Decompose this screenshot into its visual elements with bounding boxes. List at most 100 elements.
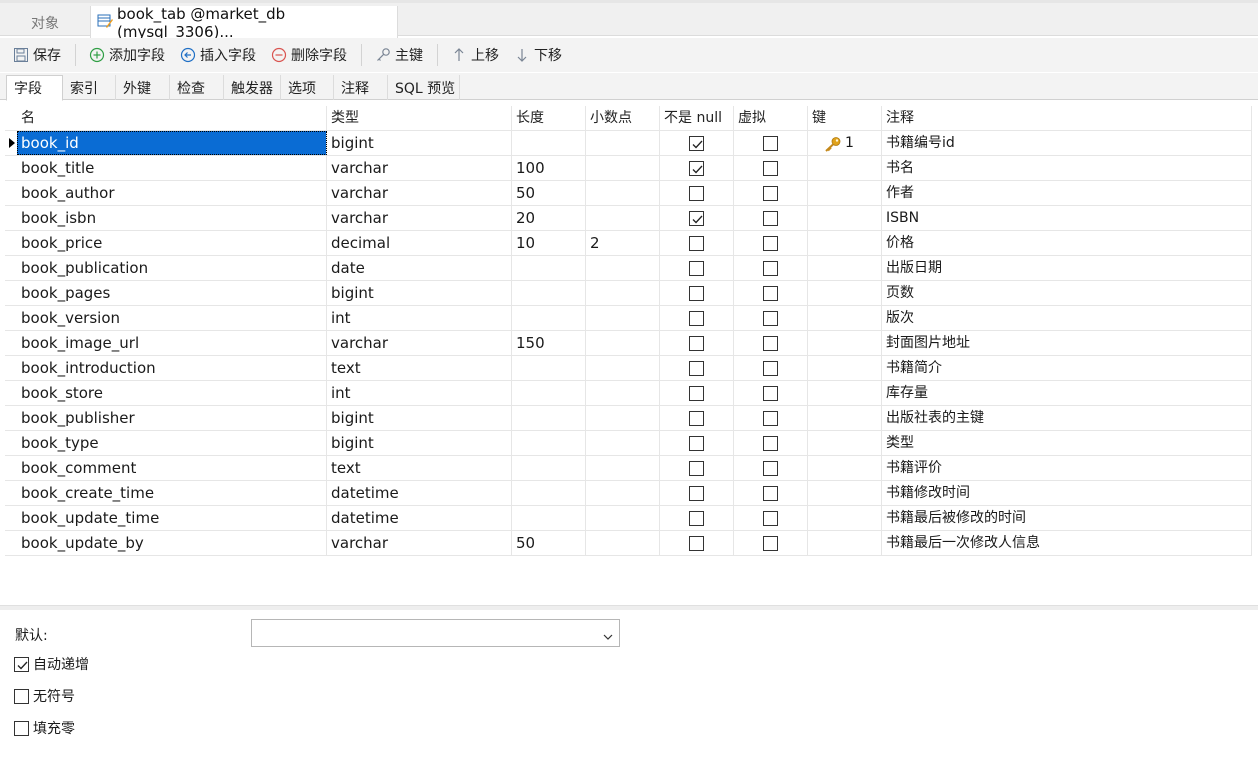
field-length-cell[interactable] bbox=[512, 281, 586, 305]
field-type-cell[interactable]: text bbox=[327, 356, 512, 380]
field-comment-cell[interactable]: 书籍评价 bbox=[882, 456, 1252, 480]
tab-checks[interactable]: 检查 bbox=[170, 75, 224, 100]
row-indicator[interactable] bbox=[5, 256, 17, 280]
key-cell[interactable] bbox=[808, 306, 882, 330]
field-decimals-cell[interactable] bbox=[586, 331, 660, 355]
field-type-cell[interactable]: bigint bbox=[327, 431, 512, 455]
zerofill-option[interactable]: 填充零 bbox=[14, 718, 75, 738]
field-decimals-cell[interactable] bbox=[586, 481, 660, 505]
virtual-checkbox[interactable] bbox=[763, 411, 778, 426]
table-row[interactable]: book_store int 库存量 bbox=[5, 381, 1252, 406]
field-decimals-cell[interactable] bbox=[586, 156, 660, 180]
field-comment-cell[interactable]: 书籍最后被修改的时间 bbox=[882, 506, 1252, 530]
field-decimals-cell[interactable] bbox=[586, 381, 660, 405]
field-length-cell[interactable]: 10 bbox=[512, 231, 586, 255]
row-indicator[interactable] bbox=[5, 531, 17, 555]
header-comment[interactable]: 注释 bbox=[882, 106, 1252, 130]
field-length-cell[interactable]: 150 bbox=[512, 331, 586, 355]
key-cell[interactable] bbox=[808, 281, 882, 305]
row-indicator[interactable] bbox=[5, 331, 17, 355]
unsigned-checkbox[interactable] bbox=[14, 688, 29, 704]
virtual-checkbox[interactable] bbox=[763, 211, 778, 226]
field-type-cell[interactable]: decimal bbox=[327, 231, 512, 255]
tab-sql-preview[interactable]: SQL 预览 bbox=[388, 75, 460, 100]
key-cell[interactable] bbox=[808, 406, 882, 430]
add-field-button[interactable]: 添加字段 bbox=[84, 41, 169, 69]
field-comment-cell[interactable]: 书籍简介 bbox=[882, 356, 1252, 380]
field-type-cell[interactable]: bigint bbox=[327, 131, 512, 155]
row-indicator[interactable] bbox=[5, 456, 17, 480]
row-indicator[interactable] bbox=[5, 381, 17, 405]
field-length-cell[interactable]: 100 bbox=[512, 156, 586, 180]
table-row[interactable]: book_update_time datetime 书籍最后被修改的时间 bbox=[5, 506, 1252, 531]
field-comment-cell[interactable]: 版次 bbox=[882, 306, 1252, 330]
field-type-cell[interactable]: bigint bbox=[327, 281, 512, 305]
field-name-cell[interactable]: book_image_url bbox=[17, 331, 327, 355]
field-length-cell[interactable]: 50 bbox=[512, 531, 586, 555]
field-decimals-cell[interactable] bbox=[586, 256, 660, 280]
key-cell[interactable] bbox=[808, 256, 882, 280]
key-cell[interactable] bbox=[808, 531, 882, 555]
tab-indexes[interactable]: 索引 bbox=[63, 75, 116, 100]
tab-fields[interactable]: 字段 bbox=[6, 75, 63, 101]
not-null-checkbox[interactable] bbox=[689, 161, 704, 176]
virtual-checkbox[interactable] bbox=[763, 461, 778, 476]
not-null-checkbox[interactable] bbox=[689, 261, 704, 276]
not-null-checkbox[interactable] bbox=[689, 386, 704, 401]
not-null-checkbox[interactable] bbox=[689, 361, 704, 376]
field-type-cell[interactable]: int bbox=[327, 306, 512, 330]
row-indicator[interactable] bbox=[5, 306, 17, 330]
tab-table-design[interactable]: book_tab @market_db (mysql_3306)... bbox=[90, 5, 398, 41]
table-row[interactable]: book_image_url varchar 150 封面图片地址 bbox=[5, 331, 1252, 356]
row-indicator[interactable] bbox=[5, 206, 17, 230]
field-length-cell[interactable] bbox=[512, 381, 586, 405]
table-row[interactable]: book_comment text 书籍评价 bbox=[5, 456, 1252, 481]
row-indicator[interactable] bbox=[5, 356, 17, 380]
field-decimals-cell[interactable]: 2 bbox=[586, 231, 660, 255]
tab-foreign-keys[interactable]: 外键 bbox=[116, 75, 170, 100]
delete-field-button[interactable]: 删除字段 bbox=[266, 41, 351, 69]
table-row[interactable]: book_publisher bigint 出版社表的主键 bbox=[5, 406, 1252, 431]
field-length-cell[interactable] bbox=[512, 131, 586, 155]
field-name-cell[interactable]: book_comment bbox=[17, 456, 327, 480]
row-indicator[interactable] bbox=[5, 506, 17, 530]
default-value-select[interactable] bbox=[251, 619, 620, 647]
field-comment-cell[interactable]: 封面图片地址 bbox=[882, 331, 1252, 355]
field-name-cell[interactable]: book_id bbox=[17, 131, 327, 155]
field-length-cell[interactable] bbox=[512, 506, 586, 530]
field-type-cell[interactable]: datetime bbox=[327, 481, 512, 505]
table-row[interactable]: book_isbn varchar 20 ISBN bbox=[5, 206, 1252, 231]
key-cell[interactable] bbox=[808, 456, 882, 480]
header-key[interactable]: 键 bbox=[808, 106, 882, 130]
field-name-cell[interactable]: book_store bbox=[17, 381, 327, 405]
field-name-cell[interactable]: book_type bbox=[17, 431, 327, 455]
auto-increment-option[interactable]: 自动递增 bbox=[14, 654, 89, 674]
virtual-checkbox[interactable] bbox=[763, 161, 778, 176]
virtual-checkbox[interactable] bbox=[763, 486, 778, 501]
key-cell[interactable] bbox=[808, 481, 882, 505]
not-null-checkbox[interactable] bbox=[689, 536, 704, 551]
field-name-cell[interactable]: book_isbn bbox=[17, 206, 327, 230]
unsigned-option[interactable]: 无符号 bbox=[14, 686, 75, 706]
field-name-cell[interactable]: book_publication bbox=[17, 256, 327, 280]
tab-comment[interactable]: 注释 bbox=[334, 75, 388, 100]
key-cell[interactable] bbox=[808, 506, 882, 530]
virtual-checkbox[interactable] bbox=[763, 436, 778, 451]
field-type-cell[interactable]: varchar bbox=[327, 331, 512, 355]
field-type-cell[interactable]: varchar bbox=[327, 206, 512, 230]
field-comment-cell[interactable]: 书籍最后一次修改人信息 bbox=[882, 531, 1252, 555]
table-row[interactable]: book_type bigint 类型 bbox=[5, 431, 1252, 456]
field-decimals-cell[interactable] bbox=[586, 456, 660, 480]
table-row[interactable]: book_pages bigint 页数 bbox=[5, 281, 1252, 306]
field-type-cell[interactable]: date bbox=[327, 256, 512, 280]
table-row[interactable]: book_version int 版次 bbox=[5, 306, 1252, 331]
row-indicator[interactable] bbox=[5, 481, 17, 505]
field-comment-cell[interactable]: 出版社表的主键 bbox=[882, 406, 1252, 430]
table-row[interactable]: book_id bigint 1 书籍编号id bbox=[5, 131, 1252, 156]
field-comment-cell[interactable]: 价格 bbox=[882, 231, 1252, 255]
insert-field-button[interactable]: 插入字段 bbox=[175, 41, 260, 69]
move-down-button[interactable]: 下移 bbox=[509, 41, 566, 69]
row-indicator[interactable] bbox=[5, 406, 17, 430]
field-name-cell[interactable]: book_pages bbox=[17, 281, 327, 305]
field-type-cell[interactable]: int bbox=[327, 381, 512, 405]
